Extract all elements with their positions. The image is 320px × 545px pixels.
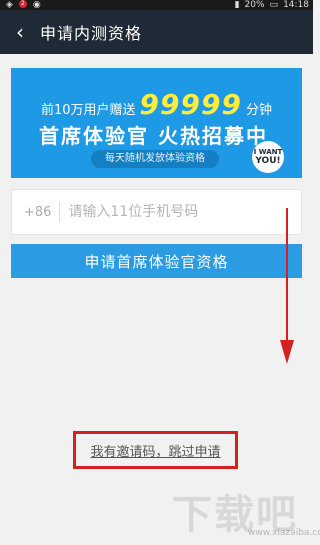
annotation-highlight-box: 我有邀请码，跳过申请 [73, 431, 238, 469]
shield-icon: ◈ [6, 0, 13, 10]
signal-icon: ▮ [234, 0, 240, 10]
banner-pill: 每天随机发放体验资格 [91, 150, 219, 168]
banner-offer-number: 99999 [139, 88, 242, 121]
back-button[interactable]: ‹ [0, 10, 40, 54]
status-bar: ◈ 2 ◉ ▮ 20% ▭ 14:18 [0, 0, 313, 10]
annotation-arrow [286, 208, 288, 348]
battery-icon: ▭ [269, 0, 279, 10]
skip-application-link[interactable]: 我有邀请码，跳过申请 [90, 441, 220, 460]
banner-offer-suffix: 分钟 [245, 103, 272, 118]
watermark-url: www.xiazaiba.com [248, 528, 320, 538]
banner-offer-prefix: 前10万用户赠送 [41, 103, 136, 118]
banner-offer: 前10万用户赠送 99999 分钟 [41, 88, 291, 121]
divider [59, 202, 61, 222]
badge-line2: YOU! [255, 156, 281, 166]
annotation-arrow-head [280, 340, 294, 364]
clock: 14:18 [283, 0, 309, 10]
page-title: 申请内测资格 [40, 24, 143, 43]
phone-row: +86 [11, 189, 302, 235]
phone-input[interactable] [68, 204, 301, 220]
country-code[interactable]: +86 [24, 205, 51, 220]
battery-level: 20% [244, 0, 265, 10]
app-bar: ‹ 申请内测资格 [0, 10, 313, 54]
app-icon: ◉ [32, 0, 41, 10]
notification-badge: 2 [18, 0, 27, 8]
apply-button[interactable]: 申请首席体验官资格 [11, 244, 302, 278]
banner-headline: 首席体验官 火热招募中 [39, 124, 268, 148]
chevron-left-icon: ‹ [16, 20, 24, 44]
i-want-you-badge: I WANT YOU! [252, 141, 284, 173]
